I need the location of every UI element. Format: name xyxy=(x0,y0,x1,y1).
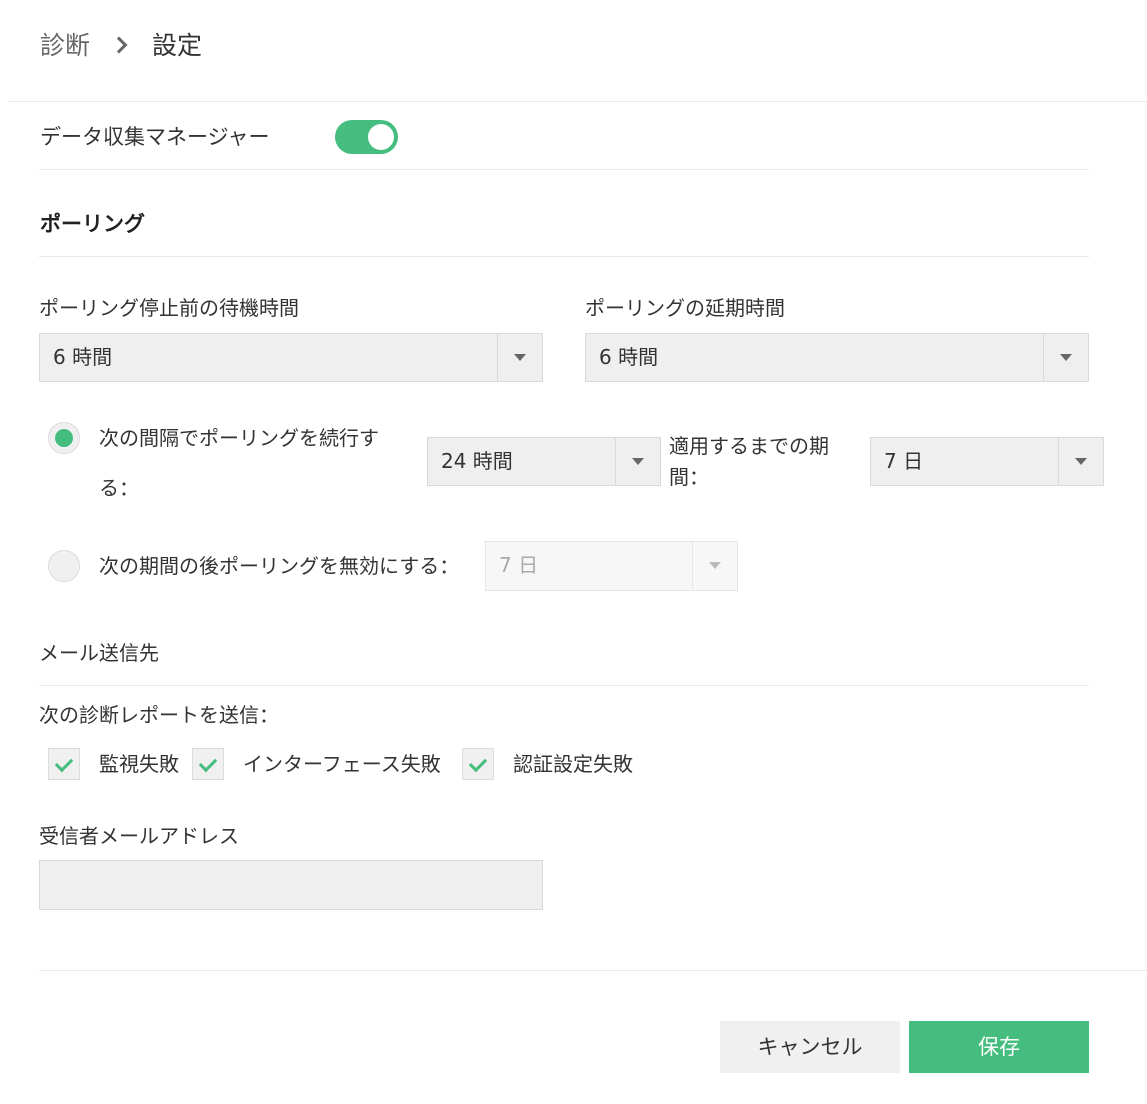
wait-time-label: ポーリング停止前の待機時間 xyxy=(39,296,299,320)
footer-divider xyxy=(39,970,1147,971)
interface-failure-label: インターフェース失敗 xyxy=(243,752,441,776)
divider xyxy=(39,169,1089,170)
extend-time-value: 6 時間 xyxy=(599,345,659,369)
continue-polling-text-line2: る： xyxy=(99,476,139,500)
interface-failure-checkbox[interactable] xyxy=(192,748,224,780)
continue-interval-select[interactable]: 24 時間 xyxy=(427,437,661,486)
data-collection-toggle[interactable] xyxy=(335,120,398,154)
dropdown-arrow-icon xyxy=(1043,334,1088,381)
data-collection-label: データ収集マネージャー xyxy=(40,125,270,149)
toggle-knob xyxy=(368,124,394,150)
auth-setting-failure-label: 認証設定失敗 xyxy=(513,752,633,776)
dropdown-arrow-icon xyxy=(615,438,660,485)
cancel-button[interactable]: キャンセル xyxy=(720,1021,900,1073)
extend-time-label: ポーリングの延期時間 xyxy=(585,296,785,320)
disable-polling-radio[interactable] xyxy=(48,550,80,582)
wait-time-value: 6 時間 xyxy=(53,345,113,369)
apply-period-select[interactable]: 7 日 xyxy=(870,437,1104,486)
dropdown-arrow-icon xyxy=(1058,438,1103,485)
continue-polling-text-line1: 次の間隔でポーリングを続行す xyxy=(99,426,379,450)
apply-period-label-line1: 適用するまでの期 xyxy=(669,434,829,458)
chevron-right-icon xyxy=(110,35,128,53)
continue-polling-radio[interactable] xyxy=(48,422,80,454)
reports-label: 次の診断レポートを送信： xyxy=(39,703,279,727)
monitoring-failure-checkbox[interactable] xyxy=(48,748,80,780)
disable-polling-text: 次の期間の後ポーリングを無効にする： xyxy=(99,554,460,578)
breadcrumb-diagnostics-link[interactable]: 診断 xyxy=(40,26,90,62)
monitoring-failure-label: 監視失敗 xyxy=(99,752,179,776)
wait-time-select[interactable]: 6 時間 xyxy=(39,333,543,382)
recipient-email-input[interactable] xyxy=(39,860,543,910)
continue-interval-value: 24 時間 xyxy=(441,449,513,473)
divider xyxy=(39,685,1089,686)
dropdown-arrow-icon xyxy=(497,334,542,381)
disable-period-select: 7 日 xyxy=(485,541,738,591)
save-button[interactable]: 保存 xyxy=(909,1021,1089,1073)
mail-section-label: メール送信先 xyxy=(39,641,159,665)
extend-time-select[interactable]: 6 時間 xyxy=(585,333,1089,382)
apply-period-value: 7 日 xyxy=(884,449,924,473)
page-title: 設定 xyxy=(152,31,203,60)
header-divider xyxy=(8,101,1147,102)
auth-setting-failure-checkbox[interactable] xyxy=(462,748,494,780)
dropdown-arrow-icon xyxy=(692,542,737,589)
apply-period-label-line2: 間： xyxy=(669,465,709,489)
polling-section-title: ポーリング xyxy=(40,212,145,236)
recipient-email-label: 受信者メールアドレス xyxy=(39,824,239,848)
divider xyxy=(39,256,1089,257)
breadcrumb: 診断 設定 xyxy=(40,24,202,64)
disable-period-value: 7 日 xyxy=(499,553,539,577)
